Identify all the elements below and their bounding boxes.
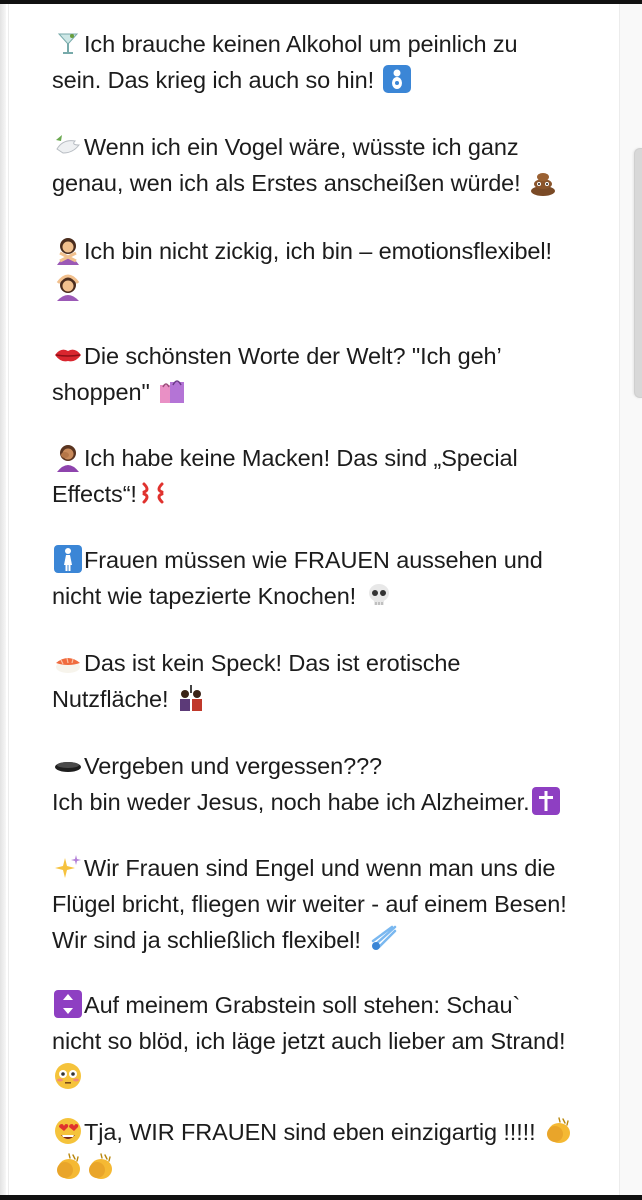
post-line: Frauen müssen wie FRAUEN aussehen und bbox=[84, 547, 543, 573]
post-line: Ich habe keine Macken! Das sind „Special bbox=[84, 445, 518, 471]
post-line: Auf meinem Grabstein soll stehen: Schau` bbox=[84, 992, 521, 1018]
skull-icon bbox=[364, 580, 394, 610]
post-line: Flügel bricht, fliegen wir weiter - auf … bbox=[52, 891, 567, 917]
comet-icon bbox=[368, 924, 398, 954]
post-line: Ich bin weder Jesus, noch habe ich Alzhe… bbox=[52, 789, 530, 815]
post-line: Wenn ich ein Vogel wäre, wüsste ich ganz bbox=[84, 134, 519, 160]
left-screen-edge bbox=[0, 4, 6, 1195]
post-text-2: Wenn ich ein Vogel wäre, wüsste ich ganz… bbox=[52, 129, 612, 201]
clapping-hands-icon bbox=[543, 1116, 573, 1146]
post-line: Das ist kein Speck! Das ist erotische bbox=[84, 650, 461, 676]
anger-symbol-icon bbox=[138, 478, 168, 508]
clapping-hands-icon bbox=[85, 1152, 115, 1182]
post-card: Ich brauche keinen Alkohol um peinlich z… bbox=[8, 4, 620, 1195]
shopping-bags-icon bbox=[157, 376, 187, 406]
post-line: Effects“! bbox=[52, 481, 137, 507]
post-line: Ich brauche keinen Alkohol um peinlich z… bbox=[84, 31, 518, 57]
black-disc-icon bbox=[53, 750, 83, 780]
edge-panel-handle[interactable] bbox=[634, 148, 642, 398]
pile-of-poo-icon bbox=[528, 167, 558, 197]
post-line: Die schönsten Worte der Welt? "Ich geh’ bbox=[84, 343, 502, 369]
dove-icon bbox=[53, 131, 83, 161]
post-line: nicht so blöd, ich läge jetzt auch liebe… bbox=[52, 1028, 566, 1054]
elevator-icon bbox=[53, 989, 83, 1019]
post-line: Vergeben und vergessen??? bbox=[84, 753, 383, 779]
heart-eyes-face-icon bbox=[53, 1116, 83, 1146]
post-text-7: Das ist kein Speck! Das ist erotische Nu… bbox=[52, 645, 612, 717]
post-line: Wir sind ja schließlich flexibel! bbox=[52, 927, 361, 953]
lips-icon bbox=[53, 340, 83, 370]
navigation-bar-edge bbox=[0, 1195, 642, 1200]
woman-facepalming-icon bbox=[53, 442, 83, 472]
post-text-3: Ich bin nicht zickig, ich bin – emotions… bbox=[52, 233, 612, 305]
post-line: Ich bin nicht zickig, ich bin – emotions… bbox=[84, 238, 552, 264]
post-text-8: Vergeben und vergessen??? Ich bin weder … bbox=[52, 748, 612, 820]
post-text-6: Frauen müssen wie FRAUEN aussehen und ni… bbox=[52, 542, 612, 614]
baby-symbol-icon bbox=[382, 64, 412, 94]
post-text-10: Auf meinem Grabstein soll stehen: Schau`… bbox=[52, 987, 612, 1095]
post-line: Tja, WIR FRAUEN sind eben einzigartig !!… bbox=[84, 1119, 536, 1145]
womens-room-icon bbox=[53, 544, 83, 574]
post-text-9: Wir Frauen sind Engel und wenn man uns d… bbox=[52, 850, 612, 958]
post-line: Wir Frauen sind Engel und wenn man uns d… bbox=[84, 855, 556, 881]
cocktail-glass-icon bbox=[53, 28, 83, 58]
latin-cross-icon bbox=[531, 786, 561, 816]
post-line: Nutzfläche! bbox=[52, 686, 169, 712]
post-text-4: Die schönsten Worte der Welt? "Ich geh’ … bbox=[52, 338, 612, 410]
sushi-icon bbox=[53, 647, 83, 677]
post-line: sein. Das krieg ich auch so hin! bbox=[52, 67, 375, 93]
woman-gesturing-no-icon bbox=[53, 235, 83, 265]
post-line: shoppen" bbox=[52, 379, 150, 405]
post-line: nicht wie tapezierte Knochen! bbox=[52, 583, 357, 609]
post-line: genau, wen ich als Erstes anscheißen wür… bbox=[52, 170, 521, 196]
sparkles-icon bbox=[53, 852, 83, 882]
flushed-face-icon bbox=[53, 1061, 83, 1091]
post-text-1: Ich brauche keinen Alkohol um peinlich z… bbox=[52, 26, 612, 98]
clapping-hands-icon bbox=[53, 1152, 83, 1182]
post-text-11: Tja, WIR FRAUEN sind eben einzigartig !!… bbox=[52, 1114, 612, 1186]
woman-gesturing-ok-icon bbox=[53, 271, 83, 301]
couple-icon bbox=[176, 683, 206, 713]
post-text-5: Ich habe keine Macken! Das sind „Special… bbox=[52, 440, 612, 512]
